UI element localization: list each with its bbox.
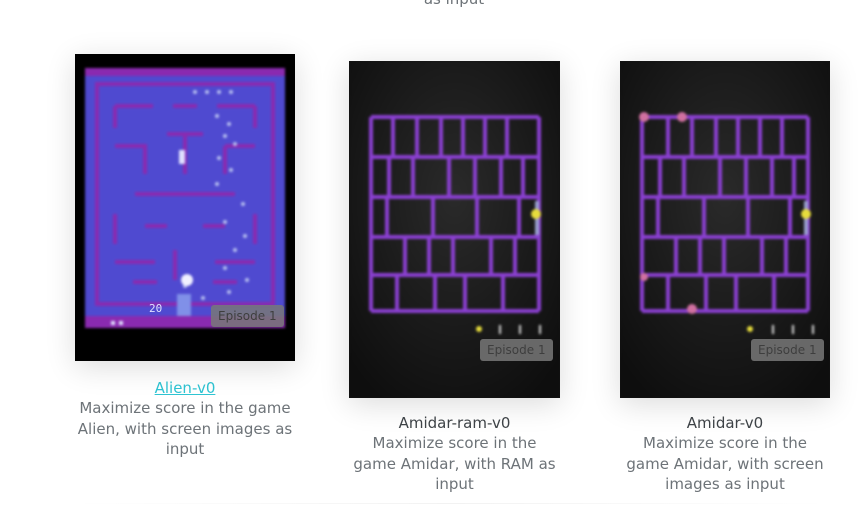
env-card-amidar: Episode 1 Amidar-v0 Maximize score in th… (620, 61, 830, 495)
env-title[interactable]: Amidar-ram-v0 (349, 414, 560, 433)
env-description: Maximize score in the game Amidar, with … (626, 434, 824, 493)
previous-card-description-tail: as input (394, 0, 514, 8)
env-description: Maximize score in the game Amidar, with … (353, 434, 556, 493)
episode-badge: Episode 1 (480, 339, 553, 361)
episode-badge: Episode 1 (211, 305, 284, 327)
env-video-thumbnail[interactable]: 20 Episode 1 (75, 54, 295, 361)
env-video-thumbnail[interactable]: Episode 1 (349, 61, 560, 398)
env-card-alien: 20 Episode 1 Alien-v0 Maximize score in … (75, 54, 295, 460)
env-video-thumbnail[interactable]: Episode 1 (620, 61, 830, 398)
env-title-link[interactable]: Alien-v0 (75, 379, 295, 398)
episode-badge: Episode 1 (751, 339, 824, 361)
env-description: Maximize score in the game Alien, with s… (77, 399, 293, 458)
divider (70, 503, 832, 504)
env-card-amidar-ram: Episode 1 Amidar-ram-v0 Maximize score i… (349, 61, 560, 495)
env-title[interactable]: Amidar-v0 (620, 414, 830, 433)
score-display: 20 (149, 302, 163, 315)
